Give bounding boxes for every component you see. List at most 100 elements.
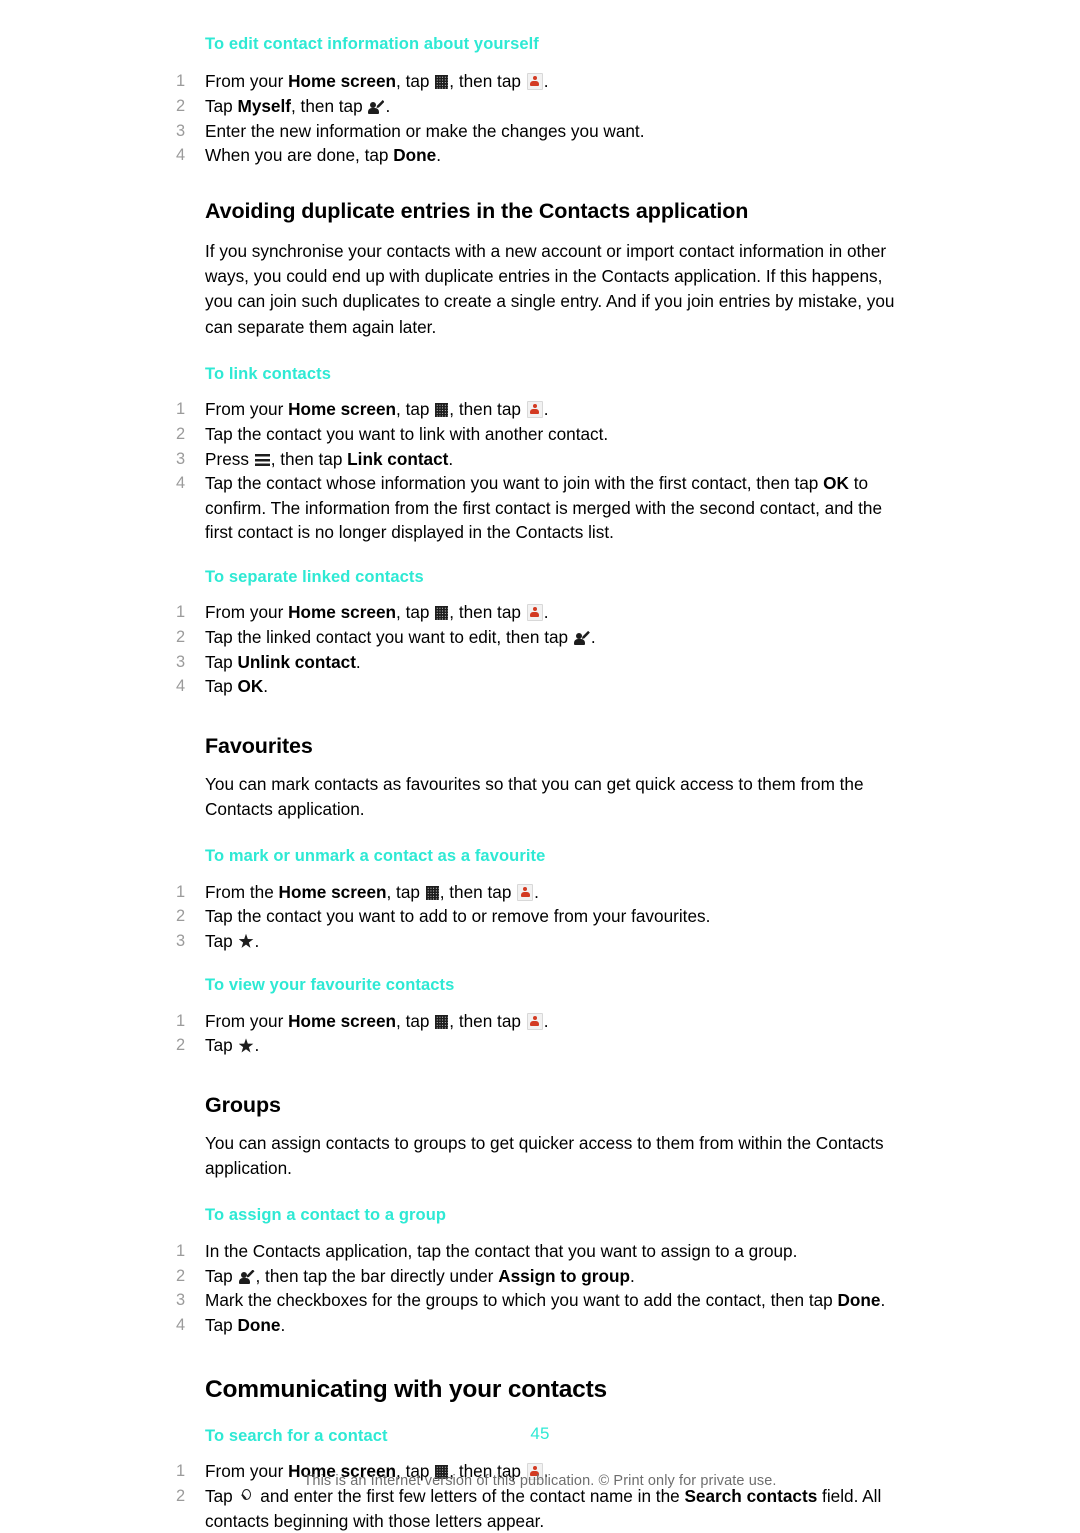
step-text: , then tap — [449, 71, 526, 92]
step-item: Tap the contact you want to add to or re… — [0, 904, 1080, 929]
step-text: Tap — [205, 1314, 238, 1335]
step-item: Tap the linked contact you want to edit,… — [0, 625, 1080, 650]
contacts-app-icon — [526, 401, 543, 419]
step-item: Tap Done. — [0, 1313, 1080, 1338]
step-text: , tap — [396, 1010, 435, 1031]
ui-label-home-screen: Home screen — [288, 399, 397, 420]
steps-separate-linked: From your Home screen, tap , then tap . … — [0, 600, 1080, 698]
step-text: , then tap — [449, 399, 526, 420]
step-item: Press , then tap Link contact. — [0, 447, 1080, 472]
ui-label-done: Done — [237, 1314, 281, 1335]
task-heading-link-contacts: To link contacts — [205, 364, 331, 383]
edit-contact-icon — [573, 630, 590, 646]
edit-contact-icon — [368, 100, 385, 115]
ui-label-home-screen: Home screen — [288, 1010, 397, 1031]
ui-label-myself: Myself — [237, 96, 292, 117]
contacts-app-icon — [517, 883, 534, 901]
step-text: , then tap — [439, 881, 517, 902]
ui-label-ok: OK — [823, 473, 849, 494]
step-text: Tap — [205, 676, 238, 697]
document-page: To edit contact information about yourse… — [0, 0, 1080, 1531]
ui-label-home-screen: Home screen — [278, 881, 387, 902]
star-icon — [238, 933, 254, 948]
step-item: Tap , then tap the bar directly under As… — [0, 1264, 1080, 1289]
step-text: Tap the contact you want to link with an… — [205, 423, 609, 444]
contacts-app-icon — [526, 1012, 543, 1030]
step-text: When you are done, tap — [205, 145, 394, 166]
ui-label-done: Done — [837, 1290, 881, 1311]
step-text: , tap — [396, 602, 435, 623]
step-text: , then tap — [270, 448, 348, 469]
step-text: . — [543, 1010, 549, 1031]
ui-label-ok: OK — [237, 676, 264, 697]
steps-search-contact: From your Home screen, tap , then tap . … — [0, 1459, 1080, 1533]
star-icon — [238, 1038, 254, 1053]
page-content: To edit contact information about yourse… — [0, 0, 1080, 1533]
step-item: Tap . — [0, 929, 1080, 954]
step-item: From your Home screen, tap , then tap . — [0, 69, 1080, 94]
step-text: . — [254, 1035, 260, 1056]
step-text: From the — [205, 881, 279, 902]
step-item: Tap the contact you want to link with an… — [0, 422, 1080, 447]
step-text: , then tap — [449, 602, 526, 623]
search-icon — [239, 1488, 254, 1505]
section-body-avoiding-duplicates: If you synchronise your contacts with a … — [205, 240, 895, 337]
step-text: . — [590, 626, 596, 647]
ui-label-home-screen: Home screen — [288, 71, 397, 92]
ui-label-assign-to-group: Assign to group — [498, 1265, 630, 1286]
step-text: Enter the new information or make the ch… — [205, 120, 645, 141]
contacts-app-icon — [526, 73, 543, 91]
page-number: 45 — [530, 1424, 550, 1443]
grid-icon — [425, 885, 439, 900]
contacts-app-icon — [526, 604, 543, 622]
step-text: . — [385, 96, 391, 117]
menu-icon — [254, 453, 270, 466]
step-text: Tap — [205, 96, 238, 117]
step-text: , tap — [386, 881, 425, 902]
task-heading-separate-linked: To separate linked contacts — [205, 567, 424, 586]
step-item: Tap the contact whose information you wa… — [0, 471, 1080, 545]
step-text: . — [543, 602, 549, 623]
step-text: Tap the contact you want to add to or re… — [205, 906, 711, 927]
ui-label-unlink-contact: Unlink contact — [237, 651, 356, 672]
step-text: . — [355, 651, 361, 672]
step-item: In the Contacts application, tap the con… — [0, 1239, 1080, 1264]
step-item: From your Home screen, tap , then tap . — [0, 1009, 1080, 1034]
step-item: Tap OK. — [0, 674, 1080, 699]
step-text: Press — [205, 448, 254, 469]
step-text: , tap — [396, 399, 435, 420]
chapter-heading-communicating: Communicating with your contacts — [205, 1376, 607, 1404]
step-text: . — [543, 399, 549, 420]
step-text: , then tap the bar directly under — [255, 1265, 499, 1286]
section-body-favourites: You can mark contacts as favourites so t… — [205, 773, 864, 819]
grid-icon — [435, 1014, 449, 1029]
step-text: Tap the linked contact you want to edit,… — [205, 626, 573, 647]
step-text: . — [254, 930, 260, 951]
step-text: . — [448, 448, 454, 469]
step-text: , tap — [396, 71, 435, 92]
step-text: . — [880, 1290, 886, 1311]
step-text: . — [280, 1314, 286, 1335]
step-item: From the Home screen, tap , then tap . — [0, 880, 1080, 905]
step-item: Tap Unlink contact. — [0, 650, 1080, 675]
ui-label-done: Done — [393, 145, 437, 166]
step-text: From your — [205, 602, 289, 623]
step-item: From your Home screen, tap , then tap . — [0, 397, 1080, 422]
step-text: Tap — [205, 1035, 238, 1056]
task-heading-mark-favourite: To mark or unmark a contact as a favouri… — [205, 847, 546, 866]
steps-mark-favourite: From the Home screen, tap , then tap . T… — [0, 880, 1080, 954]
step-text: From your — [205, 71, 289, 92]
step-item: Enter the new information or make the ch… — [0, 119, 1080, 144]
grid-icon — [435, 75, 449, 90]
step-text: Mark the checkboxes for the groups to wh… — [205, 1290, 838, 1311]
section-heading-avoiding-duplicates: Avoiding duplicate entries in the Contac… — [205, 198, 749, 223]
section-body-groups: You can assign contacts to groups to get… — [205, 1132, 884, 1179]
task-heading-assign-group: To assign a contact to a group — [205, 1206, 447, 1225]
step-text: From your — [205, 399, 289, 420]
step-item: Mark the checkboxes for the groups to wh… — [0, 1288, 1080, 1313]
step-text: . — [534, 881, 539, 902]
step-item: Tap Myself, then tap . — [0, 94, 1080, 119]
task-heading-view-favourites: To view your favourite contacts — [205, 976, 455, 995]
step-text: . — [436, 145, 441, 166]
step-text: Tap — [205, 651, 238, 672]
